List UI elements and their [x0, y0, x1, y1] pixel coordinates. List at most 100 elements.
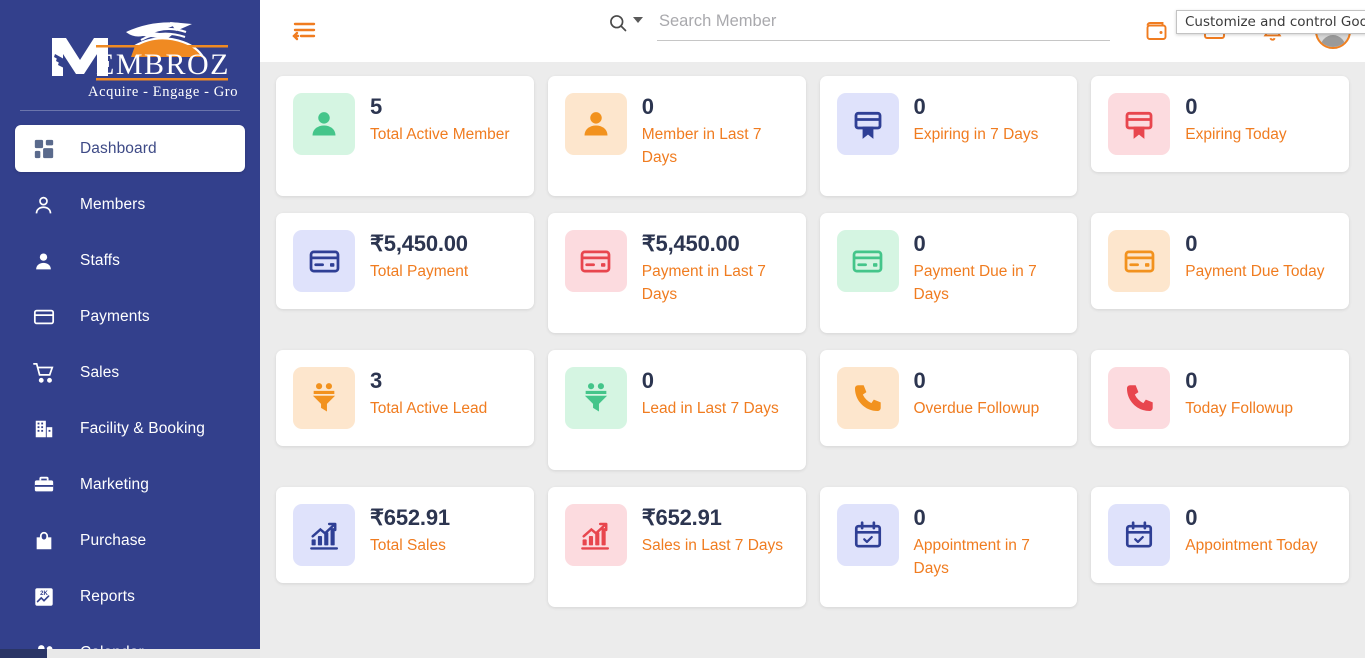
- stat-card-value: 0: [1185, 368, 1293, 394]
- brand-logo[interactable]: EMBROZ Acquire - Engage - Grow: [0, 0, 260, 108]
- stat-card-body: ₹5,450.00Payment in Last 7 Days: [642, 230, 792, 306]
- phone-icon: [837, 367, 899, 429]
- stat-card-label: Appointment in 7 Days: [914, 534, 1064, 581]
- sidebar-item-label: Facility & Booking: [80, 421, 205, 437]
- person-outline-icon: [33, 194, 59, 216]
- stat-card-value: ₹5,450.00: [370, 231, 468, 257]
- briefcase-icon: [33, 474, 59, 496]
- stat-card-value: 0: [1185, 231, 1324, 257]
- stat-card[interactable]: 5 Total Active Member: [276, 76, 534, 196]
- stat-card-body: 5 Total Active Member: [370, 93, 510, 146]
- sidebar-divider: [20, 110, 240, 111]
- credit-card-icon: [1108, 230, 1170, 292]
- scrollbar-thumb[interactable]: [0, 649, 47, 658]
- stat-card[interactable]: 0Appointment Today: [1091, 487, 1349, 583]
- sidebar: EMBROZ Acquire - Engage - Grow Dashboard: [0, 0, 260, 658]
- sidebar-item-purchase[interactable]: Purchase: [15, 518, 245, 564]
- stat-card-label: Today Followup: [1185, 397, 1293, 420]
- sidebar-item-label: Reports: [80, 589, 135, 605]
- report-chart-icon: 2K: [33, 586, 59, 608]
- stat-card-value: 0: [914, 505, 1064, 531]
- main-content: 5Total Active Member0Member in Last 7 Da…: [260, 0, 1365, 658]
- stat-card[interactable]: 0Lead in Last 7 Days: [548, 350, 806, 470]
- sidebar-item-label: Marketing: [80, 477, 149, 493]
- credit-card-icon: [33, 306, 59, 328]
- stat-card[interactable]: 0 Expiring in 7 Days: [820, 76, 1078, 196]
- stat-card-value: ₹652.91: [370, 505, 450, 531]
- stat-card-body: ₹652.91Sales in Last 7 Days: [642, 504, 783, 557]
- stat-card[interactable]: 0 Today Followup: [1091, 350, 1349, 446]
- stat-card-body: 0Overdue Followup: [914, 367, 1040, 420]
- stat-card[interactable]: 0Expiring Today: [1091, 76, 1349, 172]
- sidebar-item-members[interactable]: Members: [15, 182, 245, 228]
- building-icon: [33, 418, 59, 440]
- stat-card-label: Expiring in 7 Days: [914, 123, 1039, 146]
- stat-card[interactable]: 0 Appointment in 7 Days: [820, 487, 1078, 607]
- sidebar-item-reports[interactable]: 2K Reports: [15, 574, 245, 620]
- calendar-check-icon: [837, 504, 899, 566]
- hamburger-collapse-icon[interactable]: [286, 13, 322, 49]
- stat-card[interactable]: 0Payment Due Today: [1091, 213, 1349, 309]
- stat-card-body: 0Appointment Today: [1185, 504, 1317, 557]
- stat-card-body: ₹652.91 Total Sales: [370, 504, 450, 557]
- stat-card-label: Total Sales: [370, 534, 450, 557]
- avatar-body: [1320, 35, 1346, 49]
- stat-card-value: 0: [914, 94, 1039, 120]
- stat-card-label: Lead in Last 7 Days: [642, 397, 779, 420]
- credit-card-icon: [293, 230, 355, 292]
- chevron-down-icon[interactable]: [633, 17, 643, 23]
- search-input[interactable]: [657, 8, 1110, 41]
- sidebar-item-facility-booking[interactable]: Facility & Booking: [15, 406, 245, 452]
- membership-card-icon: [1108, 93, 1170, 155]
- stat-card-value: 5: [370, 94, 510, 120]
- svg-text:Acquire - Engage - Grow: Acquire - Engage - Grow: [88, 84, 238, 100]
- stat-card-body: 0 Today Followup: [1185, 367, 1293, 420]
- sidebar-item-staffs[interactable]: Staffs: [15, 238, 245, 284]
- credit-card-icon: [565, 230, 627, 292]
- stat-card-body: 0Member in Last 7 Days: [642, 93, 792, 169]
- stat-card-label: Total Active Member: [370, 123, 510, 146]
- membroz-logo-icon: EMBROZ Acquire - Engage - Grow: [22, 16, 238, 102]
- sidebar-item-dashboard[interactable]: Dashboard: [15, 125, 245, 172]
- sidebar-item-sales[interactable]: Sales: [15, 350, 245, 396]
- stat-card[interactable]: 0 Payment Due in 7 Days: [820, 213, 1078, 333]
- stat-card[interactable]: 0Overdue Followup: [820, 350, 1078, 446]
- stat-card-label: Payment Due in 7 Days: [914, 260, 1064, 307]
- stat-card[interactable]: ₹652.91 Total Sales: [276, 487, 534, 583]
- sidebar-item-label: Payments: [80, 309, 150, 325]
- stat-card-body: 0 Expiring in 7 Days: [914, 93, 1039, 146]
- stat-card-value: 0: [914, 231, 1064, 257]
- stat-card-body: 0Expiring Today: [1185, 93, 1286, 146]
- sidebar-item-marketing[interactable]: Marketing: [15, 462, 245, 508]
- sidebar-item-label: Purchase: [80, 533, 146, 549]
- stat-card[interactable]: ₹652.91Sales in Last 7 Days: [548, 487, 806, 607]
- person-filled-icon: [293, 93, 355, 155]
- stat-card-value: ₹652.91: [642, 505, 783, 531]
- stat-card[interactable]: ₹5,450.00 Total Payment: [276, 213, 534, 309]
- sidebar-item-label: Members: [80, 197, 145, 213]
- person-filled-icon: [33, 250, 59, 272]
- sidebar-item-label: Dashboard: [80, 141, 157, 157]
- app-root: EMBROZ Acquire - Engage - Grow Dashboard: [0, 0, 1365, 658]
- stat-card-label: Total Active Lead: [370, 397, 487, 420]
- calendar-check-icon: [1108, 504, 1170, 566]
- phone-icon: [1108, 367, 1170, 429]
- lead-funnel-icon: [293, 367, 355, 429]
- dashboard-stat-grid: 5Total Active Member0Member in Last 7 Da…: [260, 62, 1365, 624]
- stat-card[interactable]: ₹5,450.00Payment in Last 7 Days: [548, 213, 806, 333]
- stat-card[interactable]: 3 Total Active Lead: [276, 350, 534, 446]
- sidebar-item-payments[interactable]: Payments: [15, 294, 245, 340]
- stat-card-value: 3: [370, 368, 487, 394]
- stat-card-body: 0Lead in Last 7 Days: [642, 367, 779, 420]
- shopping-cart-icon: [33, 362, 59, 384]
- wallet-icon[interactable]: [1141, 16, 1171, 46]
- sidebar-horizontal-scrollbar[interactable]: [0, 649, 260, 658]
- stat-card-label: Member in Last 7 Days: [642, 123, 792, 170]
- stat-card-body: 0 Appointment in 7 Days: [914, 504, 1064, 580]
- stat-card-value: 0: [1185, 505, 1317, 531]
- stat-card-label: Total Payment: [370, 260, 468, 283]
- search-icon[interactable]: [608, 13, 649, 33]
- credit-card-icon: [837, 230, 899, 292]
- sidebar-item-label: Sales: [80, 365, 119, 381]
- stat-card[interactable]: 0Member in Last 7 Days: [548, 76, 806, 196]
